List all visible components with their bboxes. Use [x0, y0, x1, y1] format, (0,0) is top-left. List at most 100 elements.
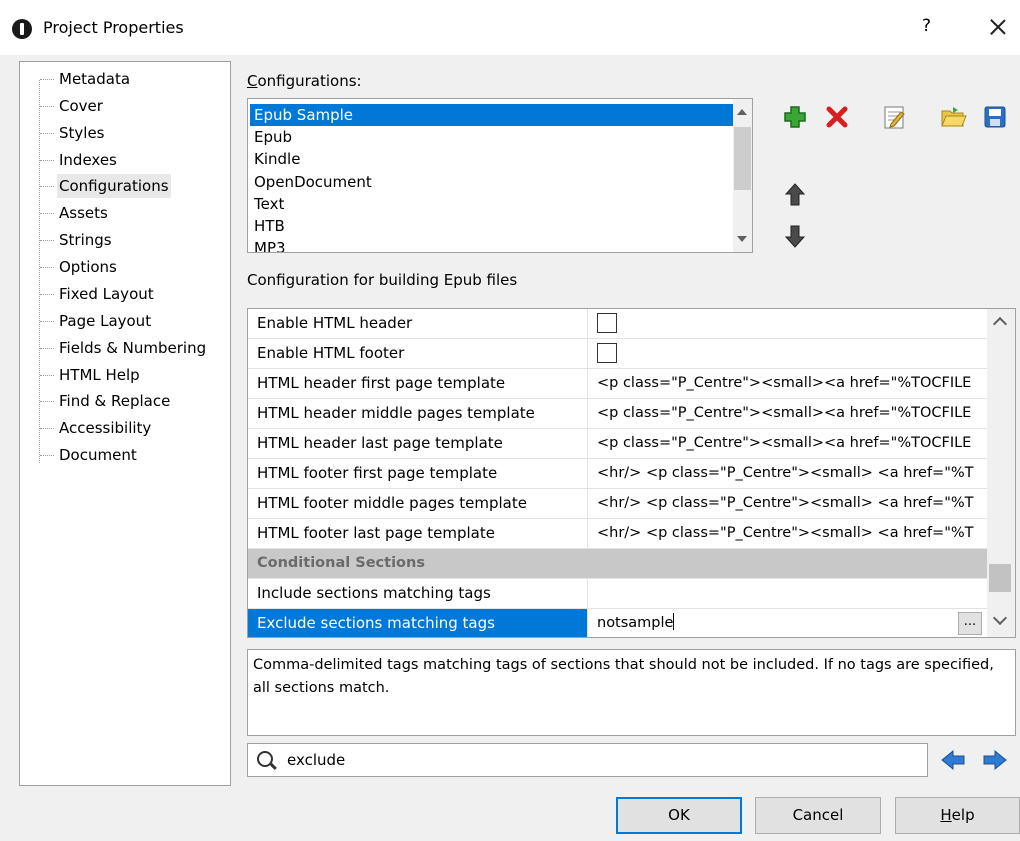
- property-search-input[interactable]: exclude: [247, 743, 928, 777]
- scroll-thumb[interactable]: [989, 564, 1011, 592]
- enable-html-header-checkbox[interactable]: [597, 313, 617, 333]
- grid-row-include-tags: Include sections matching tags: [248, 579, 988, 609]
- app-info-icon: [12, 19, 32, 39]
- nav-item-cover[interactable]: Cover: [40, 94, 105, 118]
- nav-item-accessibility[interactable]: Accessibility: [39, 416, 153, 440]
- grid-row-footer-last-template: HTML footer last page template <hr/> <p …: [248, 519, 988, 549]
- header-first-template-field[interactable]: <p class="P_Centre"><small><a href="%TOC…: [589, 369, 988, 398]
- scroll-down-arrow-icon[interactable]: [737, 236, 747, 242]
- config-item-htb[interactable]: HTB: [250, 215, 734, 237]
- property-description: Comma-delimited tags matching tags of se…: [247, 649, 1016, 736]
- config-item-opendocument[interactable]: OpenDocument: [250, 171, 734, 193]
- scroll-up-arrow-icon[interactable]: [737, 109, 747, 115]
- help-button[interactable]: Help: [895, 797, 1020, 834]
- include-tags-field[interactable]: [589, 579, 988, 608]
- row-label: HTML footer middle pages template: [248, 489, 588, 518]
- grid-row-footer-middle-template: HTML footer middle pages template <hr/> …: [248, 489, 988, 519]
- move-down-icon: [784, 225, 806, 248]
- nav-item-find-replace[interactable]: Find & Replace: [39, 389, 172, 413]
- row-value: [589, 309, 988, 338]
- nav-item-document[interactable]: Document: [40, 443, 139, 467]
- category-tree: Metadata Cover Styles Indexes Configurat…: [19, 61, 231, 786]
- window-title: Project Properties: [43, 18, 184, 37]
- scroll-thumb[interactable]: [734, 127, 751, 190]
- row-label: Enable HTML header: [248, 309, 588, 338]
- text-cursor: [673, 613, 675, 630]
- grid-row-enable-html-header: Enable HTML header: [248, 309, 988, 339]
- row-label: HTML footer first page template: [248, 459, 588, 488]
- nav-item-fixed-layout[interactable]: Fixed Layout: [40, 282, 156, 306]
- config-item-epub[interactable]: Epub: [250, 126, 734, 148]
- search-next-button[interactable]: [981, 746, 1009, 774]
- footer-first-template-field[interactable]: <hr/> <p class="P_Centre"><small> <a hre…: [589, 459, 988, 488]
- grid-row-enable-html-footer: Enable HTML footer: [248, 339, 988, 369]
- configurations-label: Configurations:: [247, 72, 362, 90]
- edit-configuration-button[interactable]: [880, 103, 908, 131]
- nav-item-indexes[interactable]: Indexes: [40, 148, 119, 172]
- move-up-icon: [784, 183, 806, 206]
- exclude-tags-value: notsample: [597, 615, 674, 631]
- move-configuration-down-button[interactable]: [781, 222, 809, 250]
- row-label: Include sections matching tags: [248, 579, 588, 608]
- settings-heading: Configuration for building Epub files: [247, 271, 518, 289]
- footer-last-template-field[interactable]: <hr/> <p class="P_Centre"><small> <a hre…: [589, 519, 988, 548]
- nav-item-page-layout[interactable]: Page Layout: [39, 309, 153, 333]
- add-configuration-button[interactable]: [781, 103, 809, 131]
- grid-category-conditional-sections[interactable]: Conditional Sections: [248, 549, 988, 579]
- row-value: [589, 339, 988, 368]
- nav-item-configurations[interactable]: Configurations: [40, 174, 171, 198]
- delete-icon: [826, 106, 848, 128]
- nav-item-options[interactable]: Options: [40, 255, 119, 279]
- config-item-kindle[interactable]: Kindle: [250, 148, 734, 170]
- search-value: exclude: [287, 751, 346, 769]
- save-configuration-button[interactable]: [981, 103, 1009, 131]
- configurations-label-accel: C: [247, 72, 258, 90]
- config-item-epub-sample[interactable]: Epub Sample: [250, 104, 734, 126]
- configurations-scrollbar[interactable]: [733, 99, 752, 252]
- add-icon: [784, 106, 806, 128]
- edit-tags-ellipsis-button[interactable]: ...: [958, 612, 982, 635]
- row-label: HTML header last page template: [248, 429, 588, 458]
- row-label: HTML header first page template: [248, 369, 588, 398]
- nav-item-fields-numbering[interactable]: Fields & Numbering: [39, 336, 208, 360]
- exclude-tags-field[interactable]: notsample: [589, 609, 988, 637]
- open-configuration-button[interactable]: [939, 103, 967, 131]
- nav-item-metadata[interactable]: Metadata: [39, 67, 132, 91]
- header-last-template-field[interactable]: <p class="P_Centre"><small><a href="%TOC…: [589, 429, 988, 458]
- header-middle-template-field[interactable]: <p class="P_Centre"><small><a href="%TOC…: [589, 399, 988, 428]
- row-label: HTML footer last page template: [248, 519, 588, 548]
- scroll-up-chevron-icon[interactable]: [992, 316, 1008, 332]
- config-item-text[interactable]: Text: [250, 193, 734, 215]
- nav-item-html-help[interactable]: HTML Help: [40, 363, 142, 387]
- configurations-label-text: onfigurations:: [257, 72, 362, 90]
- property-grid: Enable HTML header Enable HTML footer HT…: [247, 308, 1016, 638]
- help-title-button[interactable]: ?: [922, 16, 931, 36]
- property-grid-scrollbar[interactable]: [987, 309, 1015, 637]
- tree-guide-line: [39, 80, 40, 463]
- row-label: HTML header middle pages template: [248, 399, 588, 428]
- save-icon: [984, 106, 1006, 128]
- configurations-list[interactable]: Epub Sample Epub Kindle OpenDocument Tex…: [247, 98, 753, 253]
- close-icon[interactable]: [982, 11, 1014, 43]
- grid-row-header-middle-template: HTML header middle pages template <p cla…: [248, 399, 988, 429]
- cancel-button[interactable]: Cancel: [755, 797, 881, 834]
- ok-button[interactable]: OK: [616, 797, 742, 834]
- move-configuration-up-button[interactable]: [781, 181, 809, 209]
- title-bar: Project Properties ?: [0, 0, 1020, 55]
- arrow-right-icon: [983, 749, 1007, 771]
- nav-item-assets[interactable]: Assets: [40, 201, 110, 225]
- config-item-mp3[interactable]: MP3: [250, 237, 734, 252]
- grid-row-header-last-template: HTML header last page template <p class=…: [248, 429, 988, 459]
- nav-item-styles[interactable]: Styles: [40, 121, 107, 145]
- grid-row-header-first-template: HTML header first page template <p class…: [248, 369, 988, 399]
- row-label: Enable HTML footer: [248, 339, 588, 368]
- enable-html-footer-checkbox[interactable]: [597, 343, 617, 363]
- delete-configuration-button[interactable]: [823, 103, 851, 131]
- search-previous-button[interactable]: [939, 746, 967, 774]
- footer-middle-template-field[interactable]: <hr/> <p class="P_Centre"><small> <a hre…: [589, 489, 988, 518]
- row-label: Exclude sections matching tags: [248, 609, 588, 637]
- scroll-down-chevron-icon[interactable]: [992, 610, 1008, 626]
- category-label: Conditional Sections: [257, 555, 425, 571]
- help-button-text: elp: [951, 806, 975, 824]
- nav-item-strings[interactable]: Strings: [40, 228, 114, 252]
